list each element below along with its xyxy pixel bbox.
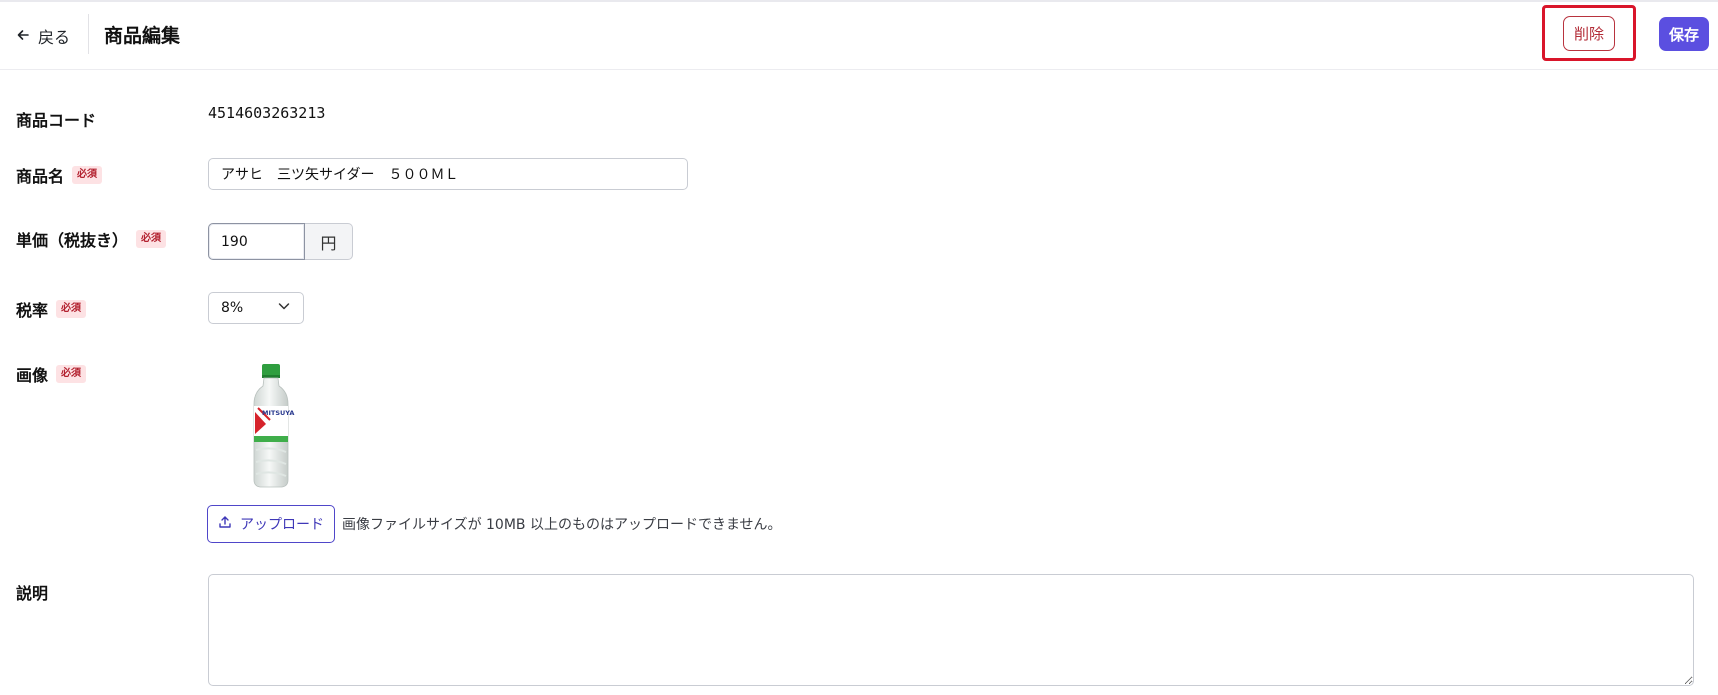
tax-label-row: 税率 必須	[16, 297, 87, 321]
price-input[interactable]	[208, 223, 305, 260]
header-divider	[88, 14, 89, 54]
page-title: 商品編集	[104, 25, 181, 47]
product-image: MITSUYA CIDER	[246, 362, 319, 490]
chevron-down-icon	[277, 299, 291, 317]
price-field: 円	[208, 223, 353, 260]
delete-button[interactable]: 削除	[1563, 16, 1615, 51]
description-label: 説明	[16, 584, 49, 603]
save-button[interactable]: 保存	[1659, 17, 1709, 51]
tax-label: 税率	[16, 301, 49, 320]
required-badge: 必須	[136, 230, 167, 248]
description-textarea[interactable]	[208, 574, 1694, 686]
tax-select-value: 8%	[221, 300, 244, 316]
upload-label: アップロード	[240, 517, 324, 533]
bottle-label-text: MITSUYA CIDER	[262, 409, 296, 417]
description-label-row: 説明	[16, 580, 48, 604]
product-edit-page: 戻る 商品編集 削除 保存 商品コード 4514603263213 商品名 必須…	[0, 0, 1718, 695]
header-bar: 戻る 商品編集	[0, 2, 1718, 70]
image-label: 画像	[16, 366, 49, 385]
price-unit: 円	[305, 223, 353, 260]
arrow-left-icon	[16, 27, 30, 46]
upload-button[interactable]: アップロード	[207, 505, 335, 543]
name-input[interactable]	[208, 158, 688, 190]
required-badge: 必須	[72, 166, 103, 184]
price-label: 単価（税抜き）	[16, 231, 129, 250]
back-button[interactable]: 戻る	[16, 22, 70, 50]
required-badge: 必須	[56, 300, 87, 318]
tax-select[interactable]: 8%	[208, 292, 304, 324]
upload-note: 画像ファイルサイズが 10MB 以上のものはアップロードできません。	[342, 517, 782, 533]
name-label: 商品名	[16, 167, 65, 186]
code-value: 4514603263213	[208, 104, 326, 122]
upload-icon	[218, 515, 232, 533]
price-label-row: 単価（税抜き） 必須	[16, 227, 167, 251]
back-label: 戻る	[38, 28, 71, 47]
name-label-row: 商品名 必須	[16, 163, 103, 187]
image-label-row: 画像 必須	[16, 362, 87, 386]
required-badge: 必須	[56, 365, 87, 383]
code-label: 商品コード	[16, 111, 97, 130]
code-label-row: 商品コード	[16, 107, 96, 131]
